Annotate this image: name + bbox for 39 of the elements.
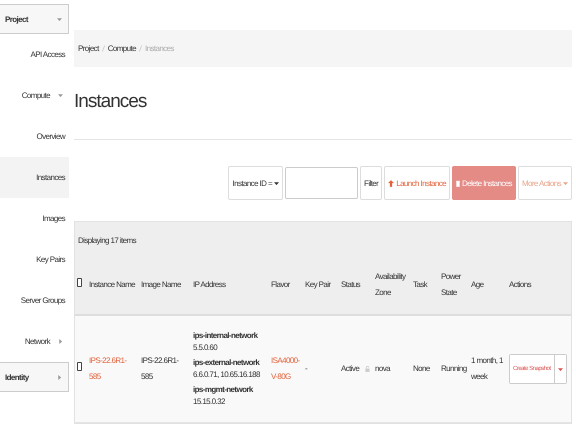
sidebar-section[interactable]: Project (0, 4, 69, 34)
table-cell: Running (439, 315, 469, 422)
status-text: Active (341, 363, 360, 375)
caret-icon (274, 180, 280, 186)
items-count: Displaying 17 items (77, 235, 138, 247)
sidebar-section[interactable]: Identity (0, 362, 69, 392)
table-cell: IPS-22.6R1-585 (139, 315, 191, 422)
table-cell: nova (373, 315, 411, 422)
page-title: Instances (74, 91, 148, 114)
sidebar-item[interactable]: Images (0, 198, 69, 239)
filter-button[interactable]: Filter (360, 166, 382, 200)
caret-icon (58, 93, 63, 98)
caret-icon (57, 374, 62, 380)
sidebar-group[interactable]: Compute (0, 75, 69, 116)
lock-icon (365, 366, 370, 372)
trash-icon (456, 180, 460, 186)
select-all-checkbox[interactable] (77, 278, 82, 287)
breadcrumb-link[interactable]: Compute (108, 44, 136, 53)
caret-icon (563, 180, 568, 186)
filter-input[interactable] (285, 167, 358, 199)
table-cell: - (303, 315, 339, 422)
table-cell: None (411, 315, 439, 422)
breadcrumb-link[interactable]: Project (78, 44, 99, 53)
sidebar-item[interactable]: API Access (0, 34, 69, 75)
row-checkbox[interactable] (77, 362, 82, 371)
slash-icon (138, 45, 142, 52)
sidebar-item[interactable]: Server Groups (0, 280, 69, 321)
table-cell: 1 month, 1 week (469, 315, 507, 422)
sidebar-group[interactable]: Network (0, 321, 69, 362)
ip-address-entry: ips-mgmt-network 15.15.0.32 (193, 384, 254, 408)
caret-icon (57, 16, 62, 22)
caret-icon (558, 366, 563, 372)
sidebar-item[interactable]: Instances (0, 157, 69, 198)
launch-instance-button[interactable]: Launch Instance (384, 166, 450, 200)
caret-icon (58, 339, 63, 344)
slash-icon (102, 45, 105, 52)
filter-select[interactable]: Instance ID = (228, 166, 284, 200)
sidebar-item[interactable]: Overview (0, 116, 69, 157)
sidebar-item[interactable]: Key Pairs (0, 239, 69, 280)
